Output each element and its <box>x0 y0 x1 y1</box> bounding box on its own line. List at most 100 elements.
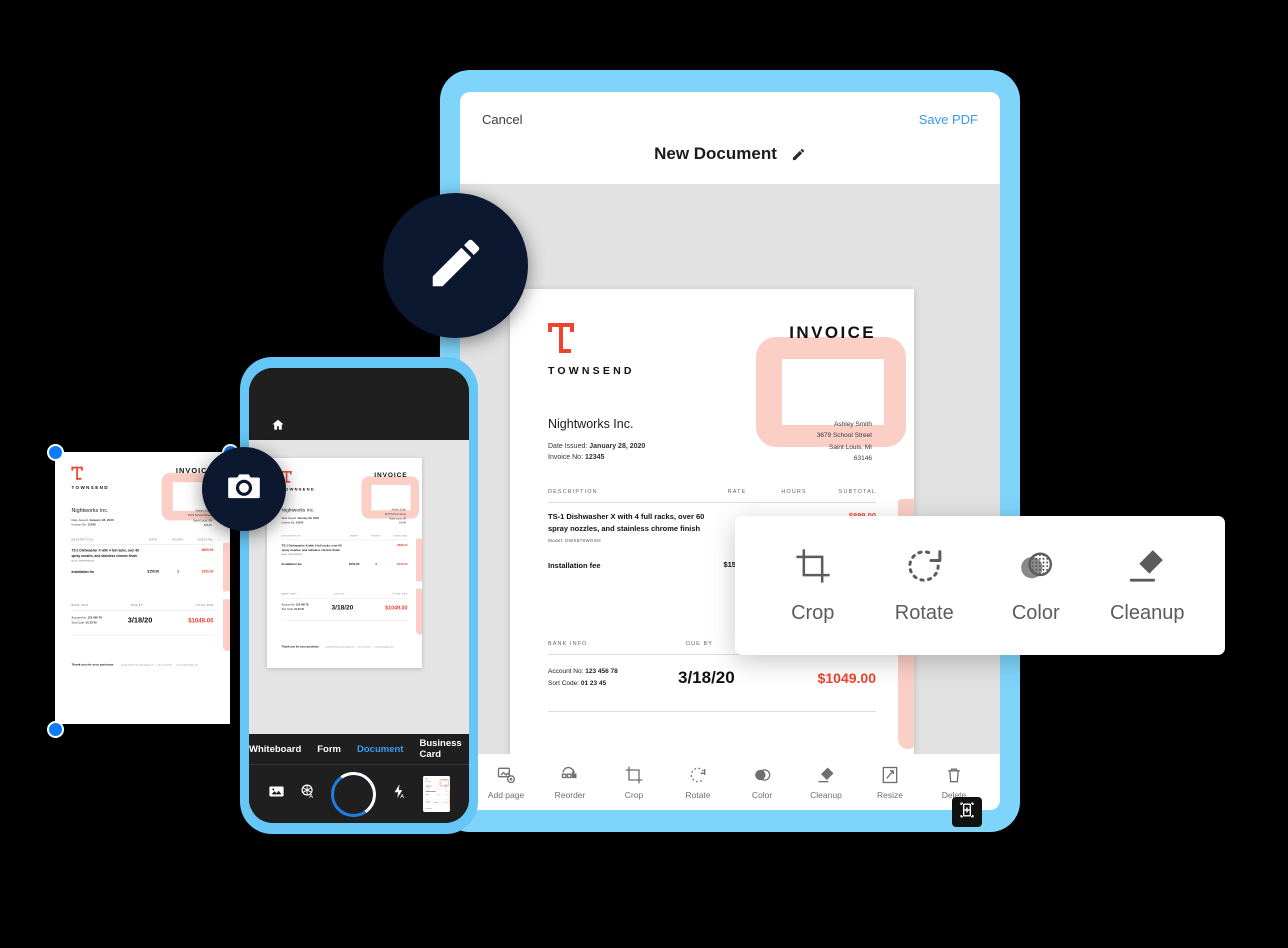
address-line: 3679 School Street <box>816 432 872 440</box>
decorative-pink-bar <box>448 790 450 798</box>
invoice-heading: INVOICE <box>374 471 408 479</box>
page-title: New Document <box>654 144 777 163</box>
screenshot-stage: TOWNSEND INVOICE Nightworks Inc. Date Is… <box>0 0 1288 948</box>
edit-actions-popup-menu: Crop Rotate Color Cleanup <box>735 516 1225 655</box>
col-subtotal: SUBTOTAL <box>838 489 876 495</box>
col-due-by: DUE BY <box>334 593 345 596</box>
col-subtotal: SUBTOTAL <box>393 534 408 538</box>
last-capture-thumbnail[interactable]: TOWNSEND INVOICE Nightworks Inc. Date Is… <box>422 776 450 812</box>
address-line: 63146 <box>853 455 872 463</box>
toolbar-resize[interactable]: Resize <box>862 765 918 800</box>
invoice-meta: Date Issued: January 28, 2020 Invoice No… <box>282 516 319 525</box>
client-name: Nightworks Inc. <box>548 417 634 431</box>
camera-feature-badge <box>202 447 286 531</box>
toolbar-label: Resize <box>877 789 903 800</box>
table-row: Installation fee $150.00 1 $150.00 <box>71 569 213 574</box>
line-items-body: TS-1 Dishwasher X with 4 full racks, ove… <box>425 791 447 796</box>
toolbar-label: Reorder <box>554 789 586 800</box>
sort-code-label: Sort Code: <box>71 621 85 625</box>
line-items-header: DESCRIPTION RATE HOURS SUBTOTAL <box>71 539 214 545</box>
address-line: Saint Louis, MI <box>829 443 872 451</box>
toolbar-crop[interactable]: Crop <box>606 765 662 800</box>
color-icon <box>1016 546 1056 586</box>
scan-document-button[interactable] <box>952 797 982 827</box>
item-description: Installation fee <box>71 569 95 574</box>
total-due-value: $1049.00 <box>385 604 408 611</box>
invoice-no-value: 12345 <box>87 523 96 527</box>
selection-handle-bottom-left[interactable] <box>47 721 64 738</box>
shutter-button[interactable] <box>331 771 377 817</box>
date-issued-label: Date Issued: <box>281 517 297 520</box>
save-pdf-button[interactable]: Save PDF <box>919 112 978 127</box>
cancel-button[interactable]: Cancel <box>482 112 522 127</box>
townsend-logo-icon <box>425 778 427 781</box>
contact-line: payment@townsendsupply.com|415.215.2921|… <box>325 645 394 649</box>
toolbar-add-page[interactable]: Add page <box>478 765 534 800</box>
line-items-header: DESCRIPTION RATE HOURS SUBTOTAL <box>548 489 876 503</box>
toolbar-label: Crop <box>624 789 644 800</box>
home-icon[interactable] <box>271 418 285 437</box>
contact-phone: 415.215.2921 <box>157 663 173 667</box>
tab-document[interactable]: Document <box>357 744 403 755</box>
contact-email: payment@townsendsupply.com <box>325 645 355 649</box>
item-subtotal: $150.00 <box>397 562 408 566</box>
client-name: Nightworks Inc. <box>281 507 315 513</box>
sort-code-value: 01 23 45 <box>294 608 304 611</box>
col-due-by: DUE BY <box>131 604 143 608</box>
svg-text:A: A <box>400 794 404 800</box>
selection-handle-top-left[interactable] <box>47 444 64 461</box>
rotate-icon <box>904 546 944 586</box>
item-rate: $150.00 <box>348 562 360 566</box>
table-row: TS-1 Dishwasher X with 4 full racks, ove… <box>71 548 213 562</box>
flash-auto-icon[interactable]: A <box>391 783 408 805</box>
menu-item-color[interactable]: Color <box>986 546 1086 625</box>
sort-code-value: 01 23 45 <box>580 679 607 687</box>
date-issued-value: January 28, 2020 <box>297 517 319 520</box>
account-no-label: Account No: <box>281 603 296 607</box>
rotate-icon <box>688 765 708 786</box>
reorder-icon <box>560 765 580 786</box>
menu-item-crop[interactable]: Crop <box>763 546 863 625</box>
tab-whiteboard[interactable]: Whiteboard <box>249 744 301 755</box>
contact-site: townsendsupply.com <box>176 663 198 667</box>
item-model: Model: DWS876WGSN <box>548 538 601 544</box>
decorative-pink-bar <box>223 542 230 592</box>
thank-you-text: Thank you for your purchase. <box>281 645 320 649</box>
account-no-value: 123 456 78 <box>295 603 309 607</box>
toolbar-cleanup[interactable]: Cleanup <box>798 765 854 800</box>
invoice-meta: Date Issued: January 28, 2020 Invoice No… <box>548 441 645 463</box>
auto-capture-icon[interactable]: A <box>300 783 317 805</box>
toolbar-reorder[interactable]: Reorder <box>542 765 598 800</box>
toolbar-color[interactable]: Color <box>734 765 790 800</box>
toolbar-label: Rotate <box>685 789 711 800</box>
pencil-icon[interactable] <box>791 147 806 162</box>
invoice-no-label: Invoice No: <box>281 521 296 525</box>
col-bank-info: BANK INFO <box>281 593 297 596</box>
contact-phone: 415.215.2921 <box>358 645 371 649</box>
invoice-body: TOWNSEND INVOICE Nightworks Inc. Date Is… <box>423 776 450 811</box>
phone-camera-controls: A A TOWNSEND INVOICE Nightworks Inc. Dat… <box>249 765 469 823</box>
gallery-icon[interactable] <box>268 783 285 805</box>
tab-form[interactable]: Form <box>317 744 341 755</box>
client-block: Nightworks Inc. Date Issued: January 28,… <box>425 785 432 788</box>
tablet-bottom-toolbar: Add page Reorder Crop Rotate Color Clean… <box>460 754 1000 810</box>
invoice-preview-phone: TOWNSEND INVOICE Nightworks Inc. Date Is… <box>267 458 422 660</box>
due-date-value: 3/18/20 <box>331 603 354 611</box>
toolbar-delete[interactable]: Delete <box>926 765 982 800</box>
phone-document-preview[interactable]: TOWNSEND INVOICE Nightworks Inc. Date Is… <box>267 458 422 668</box>
tab-business-card[interactable]: Business Card <box>419 738 469 760</box>
col-total-due: TOTAL DUE <box>392 593 408 596</box>
tablet-top-bar: Cancel Save PDF New Document <box>460 92 1000 184</box>
invoice-no-label: Invoice No: <box>71 523 87 527</box>
toolbar-rotate[interactable]: Rotate <box>670 765 726 800</box>
item-description: Installation fee <box>425 794 429 795</box>
bill-to-address: Ashley Smith 3679 School Street Saint Lo… <box>817 419 872 465</box>
eraser-icon <box>1127 546 1167 586</box>
item-subtotal: $899.00 <box>445 790 448 792</box>
phone-screen: TOWNSEND INVOICE Nightworks Inc. Date Is… <box>249 368 469 823</box>
menu-item-cleanup[interactable]: Cleanup <box>1097 546 1197 625</box>
due-date-value: 3/18/20 <box>433 801 438 803</box>
menu-item-rotate[interactable]: Rotate <box>874 546 974 625</box>
toolbar-label: Cleanup <box>810 789 842 800</box>
bank-summary-block: BANK INFO DUE BY TOTAL DUE Account No: 1… <box>281 593 408 621</box>
